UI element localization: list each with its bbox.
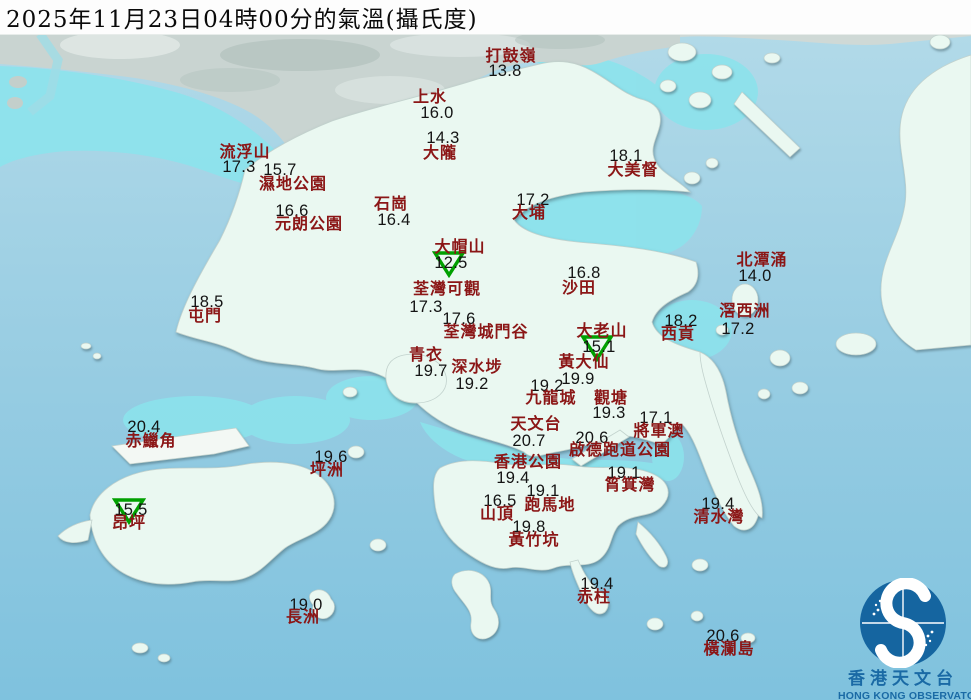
station-label: 黃大仙 [558, 352, 610, 371]
station-label: 元朗公園 [274, 214, 344, 233]
station-label: 深水埗 [451, 357, 503, 376]
station-label: 青衣 [408, 345, 444, 364]
station-label: 赤鱲角 [125, 431, 177, 450]
station-label: 西貢 [660, 324, 696, 343]
hong-kong-map [0, 0, 971, 700]
title-bar: 2025年11月23日04時00分的氣溫(攝氏度) [0, 0, 971, 35]
station-label: 屯門 [187, 306, 223, 325]
map-svg [0, 0, 971, 700]
station-label: 濕地公園 [258, 174, 328, 193]
station-label: 山頂 [479, 504, 515, 523]
station-label: 沙田 [561, 278, 597, 297]
station-label: 大帽山 [434, 237, 486, 256]
station-value: 19.9 [561, 369, 595, 388]
station-value: 16.0 [420, 103, 454, 122]
station-label: 橫瀾島 [703, 639, 755, 658]
station-label: 天文台 [510, 414, 562, 433]
station-label: 坪洲 [309, 460, 345, 479]
station-value: 19.2 [455, 374, 489, 393]
hko-logo: 香港天文台 HONG KONG OBSERVATORY [838, 578, 971, 700]
station-value: 13.8 [488, 61, 522, 80]
hko-logo-name-cn: 香港天文台 [848, 669, 958, 689]
station-value: 19.7 [414, 361, 448, 380]
station-label: 滘西洲 [719, 301, 771, 320]
station-label: 將軍澳 [633, 421, 685, 440]
station-label: 荃灣可觀 [412, 279, 482, 298]
station-label: 昂坪 [111, 513, 147, 532]
station-label: 赤柱 [576, 587, 612, 606]
station-label: 跑馬地 [524, 495, 576, 514]
station-label: 流浮山 [219, 142, 271, 161]
map-title: 2025年11月23日04時00分的氣溫(攝氏度) [6, 7, 478, 33]
station-value: 16.4 [377, 210, 411, 229]
station-label: 大埔 [511, 203, 547, 222]
hko-logo-name-en: HONG KONG OBSERVATORY [838, 689, 971, 700]
station-label: 九龍城 [525, 388, 577, 407]
station-value: 12.5 [434, 253, 468, 272]
station-label: 大老山 [576, 321, 628, 340]
station-value: 20.7 [512, 431, 546, 450]
station-label: 清水灣 [693, 507, 745, 526]
station-value: 17.3 [409, 297, 443, 316]
station-label: 大美督 [607, 160, 659, 179]
station-label: 荃灣城門谷 [443, 322, 529, 341]
station-label: 香港公園 [493, 452, 563, 471]
temperature-map-screen: 2025年11月23日04時00分的氣溫(攝氏度) 13.8 打鼓嶺 16.0 上水 1… [0, 0, 971, 700]
station-label: 觀塘 [593, 388, 629, 407]
station-label: 長洲 [285, 607, 321, 626]
station-value: 19.4 [496, 468, 530, 487]
station-value: 19.3 [592, 403, 626, 422]
hko-logo-icon [860, 578, 946, 668]
station-label: 筲箕灣 [604, 475, 656, 494]
station-label: 大隴 [422, 143, 458, 162]
station-label: 北潭涌 [736, 250, 788, 269]
station-value: 17.3 [222, 157, 256, 176]
station-value: 14.0 [738, 266, 772, 285]
station-label: 黃竹坑 [508, 530, 560, 549]
station-label: 上水 [412, 87, 448, 106]
station-label: 打鼓嶺 [485, 46, 537, 65]
station-label: 石崗 [373, 194, 409, 213]
station-label: 啟德跑道公園 [568, 440, 672, 459]
station-value: 17.2 [721, 319, 755, 338]
